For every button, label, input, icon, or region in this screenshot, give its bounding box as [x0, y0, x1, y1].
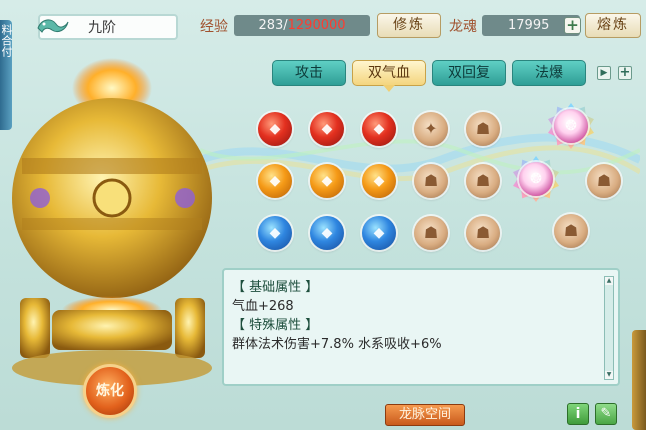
dragon-core-slot[interactable]: ❂ [519, 162, 553, 196]
orange-gem-slot[interactable]: ◆ [362, 164, 396, 198]
dragon-soul-label: 龙魂 [449, 19, 477, 35]
red-gem-slot[interactable]: ◆ [310, 112, 344, 146]
blue-gem-slot[interactable]: ◆ [362, 216, 396, 250]
tab-next-button[interactable]: ▶ [597, 66, 611, 80]
refine-button[interactable]: 炼化 [83, 364, 137, 418]
dragon-core-icon: ❂ [530, 171, 542, 187]
dragon-emblem-icon [34, 14, 70, 40]
info-button[interactable]: i [567, 403, 589, 425]
gem-icon: ◆ [321, 225, 333, 241]
lock-icon: ☗ [423, 223, 439, 242]
dragon-core-slot[interactable]: ❂ [554, 109, 588, 143]
blue-gem-slot[interactable]: ◆ [310, 216, 344, 250]
tab-attack[interactable]: 攻击 [272, 60, 346, 86]
scroll-up-icon[interactable]: ▲ [605, 277, 613, 285]
gem-icon: ◆ [373, 225, 385, 241]
base-attribute-value: 气血+268 [232, 299, 294, 314]
gem-icon: ◆ [321, 121, 333, 137]
cultivate-button[interactable]: 修炼 [377, 13, 441, 38]
rank-plate: 九阶 [37, 14, 178, 40]
experience-label: 经验 [200, 19, 228, 35]
gem-icon: ◆ [373, 173, 385, 189]
tab-magic-crit[interactable]: 法爆 [512, 60, 586, 86]
locked-slot[interactable]: ☗ [466, 216, 500, 250]
dragon-soul-value: 17995 [508, 18, 550, 33]
info-scrollbar[interactable]: ▲ ▼ [604, 276, 614, 380]
attribute-info-panel: 【 基础属性 】 气血+268 【 特殊属性 】 群体法术伤害+7.8% 水系吸… [222, 268, 620, 386]
gem-icon: ◆ [269, 225, 281, 241]
lock-icon: ☗ [475, 119, 491, 138]
smelt-button[interactable]: 熔炼 [585, 13, 641, 38]
dragon-space-button[interactable]: 龙脉空间 [385, 404, 465, 426]
locked-slot[interactable]: ✦ [414, 112, 448, 146]
special-attribute-header: 【 特殊属性 】 [232, 318, 319, 333]
dragon-core-icon: ❂ [565, 118, 577, 134]
locked-slot[interactable]: ☗ [587, 164, 621, 198]
rank-label: 九阶 [88, 20, 116, 36]
blue-gem-slot[interactable]: ◆ [258, 216, 292, 250]
locked-slot[interactable]: ☗ [466, 112, 500, 146]
gem-icon: ◆ [269, 173, 281, 189]
golden-cauldron-icon [12, 58, 212, 386]
locked-slot[interactable]: ☗ [554, 214, 588, 248]
edit-button[interactable]: ✎ [595, 403, 617, 425]
dragon-soul-add-button[interactable]: + [564, 17, 581, 34]
tab-add-button[interactable]: + [618, 66, 632, 80]
locked-slot[interactable]: ☗ [466, 164, 500, 198]
orange-gem-slot[interactable]: ◆ [258, 164, 292, 198]
lock-icon: ☗ [596, 171, 612, 190]
lock-icon: ☗ [475, 223, 491, 242]
experience-max: 1290000 [287, 18, 346, 33]
tab-double-recover[interactable]: 双回复 [432, 60, 506, 86]
lock-icon: ☗ [423, 171, 439, 190]
locked-slot[interactable]: ☗ [414, 164, 448, 198]
special-attribute-value: 群体法术伤害+7.8% 水系吸收+6% [232, 337, 442, 352]
lock-icon: ✦ [424, 119, 438, 138]
gem-icon: ◆ [373, 121, 385, 137]
experience-current: 283/ [258, 18, 288, 33]
gem-icon: ◆ [321, 173, 333, 189]
red-gem-slot[interactable]: ◆ [258, 112, 292, 146]
gem-icon: ◆ [269, 121, 281, 137]
lock-icon: ☗ [563, 221, 579, 240]
base-attribute-header: 【 基础属性 】 [232, 280, 319, 295]
scroll-down-icon[interactable]: ▼ [605, 371, 613, 379]
experience-value-box: 283/1290000 [234, 15, 370, 36]
locked-slot[interactable]: ☗ [414, 216, 448, 250]
lock-icon: ☗ [475, 171, 491, 190]
red-gem-slot[interactable]: ◆ [362, 112, 396, 146]
tab-double-hp[interactable]: 双气血 [352, 60, 426, 92]
right-edge-decoration [632, 330, 646, 430]
orange-gem-slot[interactable]: ◆ [310, 164, 344, 198]
